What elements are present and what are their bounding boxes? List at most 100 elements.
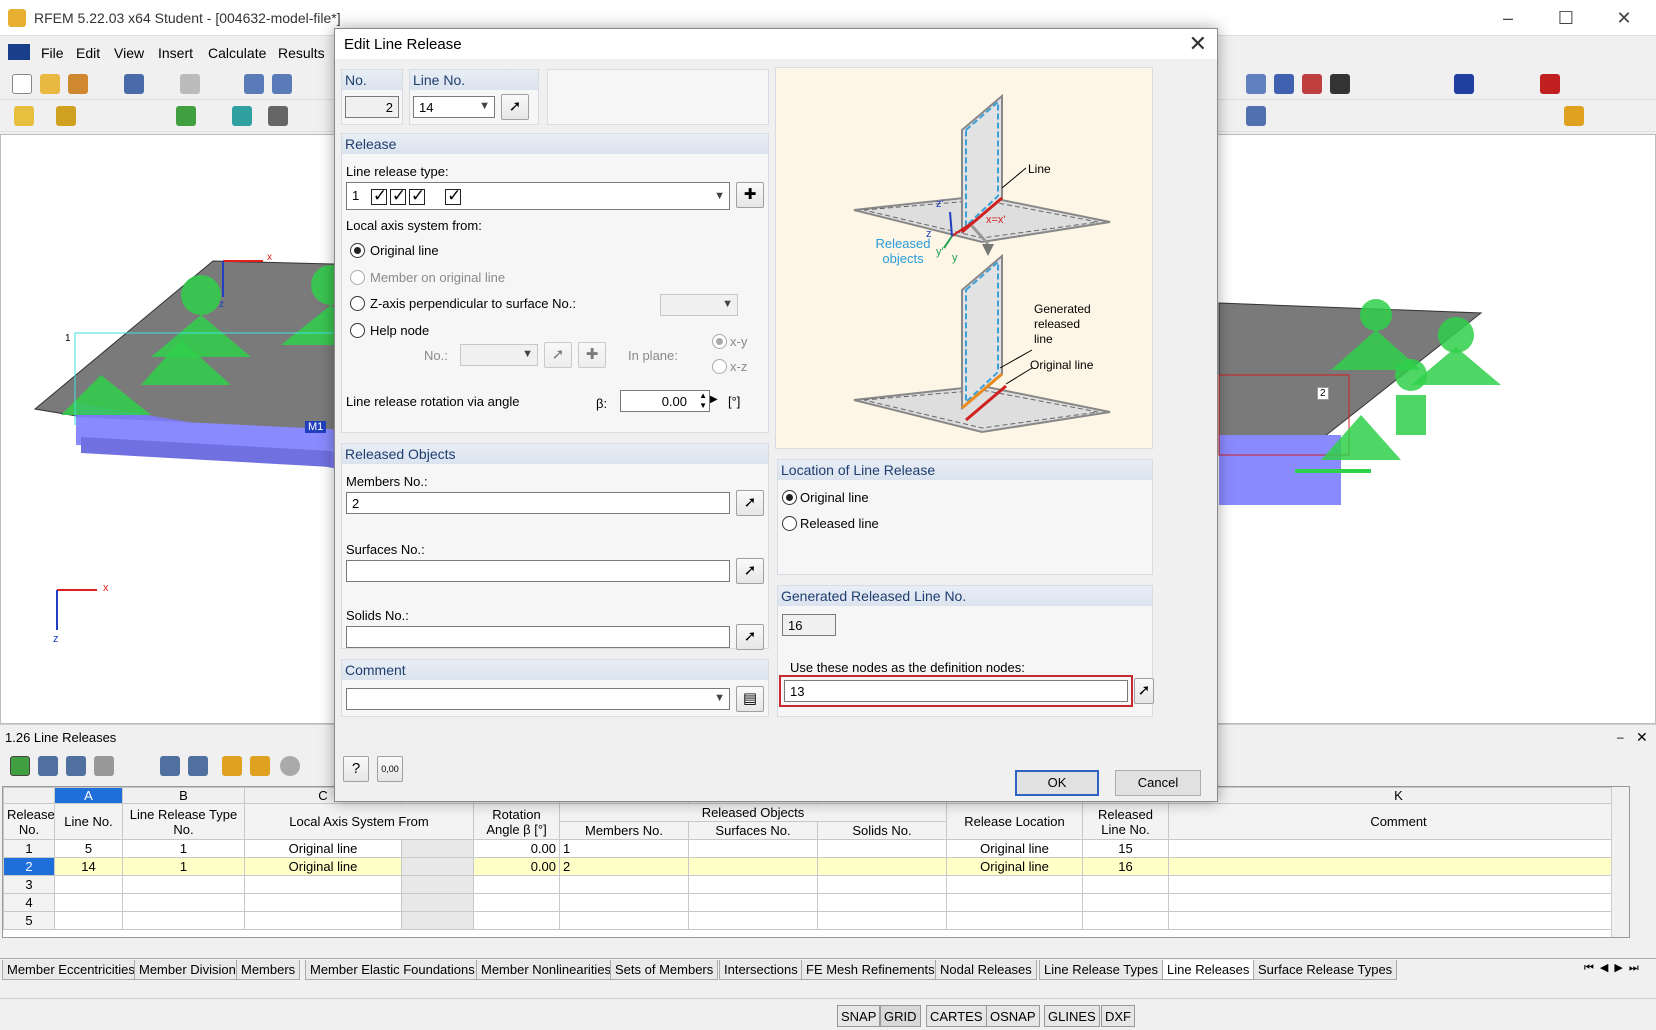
results-icon[interactable] [1454, 74, 1474, 94]
tab-line-release-types[interactable]: Line Release Types [1039, 960, 1163, 980]
members-cell[interactable] [559, 875, 689, 894]
panel-filter2-icon[interactable] [250, 756, 270, 776]
units-button[interactable]: 0,00 [377, 756, 403, 782]
angle-cell[interactable] [473, 893, 560, 912]
radio-original-line[interactable] [350, 243, 365, 258]
table-row[interactable]: 5 [3, 911, 1629, 930]
dimension-tool-icon[interactable] [268, 106, 288, 126]
comment-cell[interactable] [1168, 875, 1629, 894]
print-icon[interactable] [180, 74, 200, 94]
render-icon[interactable] [1330, 74, 1350, 94]
axis-from-cell[interactable] [244, 893, 402, 912]
panel-filter-icon[interactable] [222, 756, 242, 776]
axis-extra-cell[interactable] [401, 839, 474, 858]
maximize-icon[interactable]: ☐ [1556, 8, 1576, 28]
help-button[interactable]: ? [343, 756, 369, 782]
table-row[interactable]: 3 [3, 875, 1629, 894]
angle-cell[interactable] [473, 875, 560, 894]
minimize-icon[interactable]: – [1498, 8, 1518, 28]
help-node-pick-button[interactable]: ➚ [544, 342, 572, 368]
node-tool-icon[interactable] [14, 106, 34, 126]
menu-logo-icon[interactable] [8, 44, 30, 60]
surfaces-cell[interactable] [688, 893, 818, 912]
tab-surface-release-types[interactable]: Surface Release Types [1253, 960, 1398, 980]
location-cell[interactable] [946, 875, 1083, 894]
type-no-cell[interactable] [122, 893, 245, 912]
grid-tool-icon[interactable] [1246, 106, 1266, 126]
line-no-select[interactable]: 14 ▼ [413, 96, 495, 118]
row-number-cell[interactable]: 2 [3, 857, 55, 876]
panel-delete-row-icon[interactable] [66, 756, 86, 776]
new-release-type-button[interactable]: ✚ [736, 182, 764, 208]
members-cell[interactable] [559, 911, 689, 930]
tab-intersections[interactable]: Intersections [719, 960, 803, 980]
comment-library-button[interactable]: ▤ [736, 686, 764, 712]
axis-icon[interactable] [1302, 74, 1322, 94]
surfaces-cell[interactable] [688, 839, 818, 858]
status-snap[interactable]: SNAP [837, 1005, 881, 1027]
tab-fe-mesh-refinements[interactable]: FE Mesh Refinements [801, 960, 940, 980]
axis-from-cell[interactable]: Original line [244, 857, 402, 876]
axis-extra-cell[interactable] [401, 875, 474, 894]
axis-extra-cell[interactable] [401, 893, 474, 912]
members-field[interactable]: 2 [346, 492, 730, 514]
tab-nodal-releases[interactable]: Nodal Releases [935, 960, 1037, 980]
radio-plane-xy[interactable] [712, 334, 727, 349]
type-no-cell[interactable]: 1 [122, 839, 245, 858]
location-cell[interactable] [946, 911, 1083, 930]
radio-loc-released[interactable] [782, 516, 797, 531]
surfaces-pick-button[interactable]: ➚ [736, 558, 764, 584]
ok-button[interactable]: OK [1015, 770, 1099, 796]
tab-scroll-icon[interactable]: ⏮◀▶⏭ [1584, 961, 1645, 975]
angle-cell[interactable]: 0.00 [473, 839, 560, 858]
location-cell[interactable] [946, 893, 1083, 912]
surface-tool-icon[interactable] [232, 106, 252, 126]
panel-export-icon[interactable] [188, 756, 208, 776]
line-no-cell[interactable]: 14 [54, 857, 123, 876]
tab-member-divisions[interactable]: Member Divisions [134, 960, 248, 980]
iso-view-icon[interactable] [1274, 74, 1294, 94]
status-cartes[interactable]: CARTES [926, 1005, 987, 1027]
solids-cell[interactable] [817, 911, 947, 930]
axis-from-cell[interactable] [244, 911, 402, 930]
radio-loc-original[interactable] [782, 490, 797, 505]
panel-insert-row-icon[interactable] [38, 756, 58, 776]
view-icon[interactable] [1246, 74, 1266, 94]
status-osnap[interactable]: OSNAP [986, 1005, 1040, 1027]
comment-cell[interactable] [1168, 857, 1629, 876]
solids-pick-button[interactable]: ➚ [736, 624, 764, 650]
angle-cell[interactable] [473, 911, 560, 930]
beta-field[interactable]: 0.00 ▲ ▼ [620, 390, 710, 412]
col-letter-k[interactable]: K [1168, 787, 1629, 804]
line-no-cell[interactable]: 5 [54, 839, 123, 858]
surface-no-select[interactable]: ▼ [660, 294, 738, 316]
panel-import-icon[interactable] [160, 756, 180, 776]
dialog-close-icon[interactable]: ✕ [1189, 31, 1207, 57]
close-window-icon[interactable]: ✕ [1614, 8, 1634, 28]
angle-cell[interactable]: 0.00 [473, 857, 560, 876]
comment-cell[interactable] [1168, 839, 1629, 858]
solids-cell[interactable] [817, 857, 947, 876]
surfaces-cell[interactable] [688, 857, 818, 876]
status-glines[interactable]: GLINES [1044, 1005, 1100, 1027]
comment-cell[interactable] [1168, 911, 1629, 930]
axis-extra-cell[interactable] [401, 911, 474, 930]
tab-sets-of-members[interactable]: Sets of Members [610, 960, 719, 980]
location-cell[interactable]: Original line [946, 857, 1083, 876]
line-tool-icon[interactable] [56, 106, 76, 126]
spinner-icon[interactable]: ▲ ▼ [699, 391, 707, 411]
surfaces-cell[interactable] [688, 875, 818, 894]
tab-member-nonlinearities[interactable]: Member Nonlinearities [476, 960, 617, 980]
table-row[interactable]: 1 5 1 Original line 0.00 1 Original line 15 [3, 839, 1629, 858]
panel-close-icon[interactable]: ✕ [1636, 729, 1648, 746]
members-pick-button[interactable]: ➚ [736, 490, 764, 516]
table-scrollbar[interactable] [1611, 787, 1629, 937]
row-number-cell[interactable]: 4 [3, 893, 55, 912]
menu-results[interactable]: Results [278, 45, 325, 61]
model-icon[interactable] [68, 74, 88, 94]
axis-from-cell[interactable] [244, 875, 402, 894]
menu-calculate[interactable]: Calculate [208, 45, 266, 61]
col-letter-a[interactable]: A [54, 787, 123, 804]
save-icon[interactable] [124, 74, 144, 94]
help-node-select[interactable]: ▼ [460, 344, 538, 366]
